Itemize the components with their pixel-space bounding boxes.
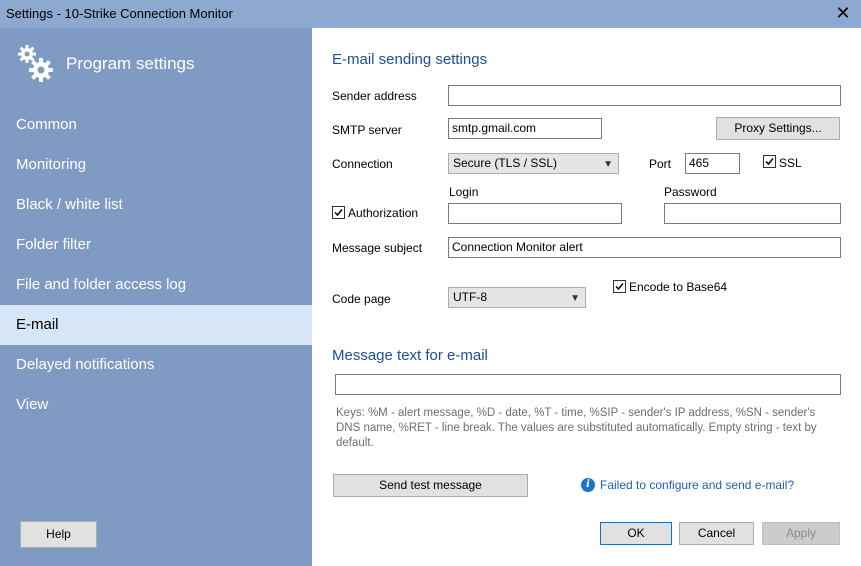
base64-checkbox[interactable]: [613, 280, 626, 293]
check-icon: [334, 209, 343, 217]
sidebar-item-monitoring[interactable]: Monitoring: [0, 145, 312, 185]
check-icon: [765, 158, 774, 166]
help-button[interactable]: Help: [20, 521, 97, 548]
sidebar-item-delayed-notifications[interactable]: Delayed notifications: [0, 345, 312, 385]
sidebar-item-black-white-list[interactable]: Black / white list: [0, 185, 312, 225]
smtp-label: SMTP server: [332, 123, 402, 137]
sender-address-input[interactable]: [448, 85, 841, 106]
base64-label: Encode to Base64: [629, 280, 728, 294]
chevron-down-icon: ▼: [603, 159, 613, 170]
password-input[interactable]: [664, 203, 841, 224]
smtp-server-input[interactable]: smtp.gmail.com: [448, 118, 602, 139]
codepage-value: UTF-8: [453, 290, 487, 304]
info-icon: i: [581, 478, 595, 492]
sidebar-item-email[interactable]: E-mail: [0, 305, 312, 345]
authorization-label: Authorization: [348, 206, 419, 220]
authorization-checkbox[interactable]: [332, 206, 345, 219]
sidebar-title: Program settings: [66, 54, 195, 73]
subject-label: Message subject: [332, 241, 423, 255]
connection-select[interactable]: Secure (TLS / SSL) ▼: [448, 153, 619, 174]
sidebar-nav: Common Monitoring Black / white list Fol…: [0, 105, 312, 425]
connection-label: Connection: [332, 157, 393, 171]
ssl-label: SSL: [779, 156, 802, 170]
title-bar: Settings - 10-Strike Connection Monitor …: [0, 0, 861, 28]
section-title: E-mail sending settings: [332, 51, 488, 68]
sidebar: Program settings Common Monitoring Black…: [0, 28, 312, 566]
message-text-title: Message text for e-mail: [332, 347, 488, 364]
send-test-message-button[interactable]: Send test message: [333, 474, 528, 497]
chevron-down-icon: ▼: [570, 293, 580, 304]
sidebar-item-common[interactable]: Common: [0, 105, 312, 145]
sidebar-item-access-log[interactable]: File and folder access log: [0, 265, 312, 305]
gears-icon: [18, 45, 53, 82]
proxy-settings-button[interactable]: Proxy Settings...: [716, 117, 840, 140]
sidebar-header: Program settings: [16, 44, 195, 84]
password-label: Password: [664, 185, 717, 199]
check-icon: [615, 283, 624, 291]
sidebar-item-folder-filter[interactable]: Folder filter: [0, 225, 312, 265]
sidebar-item-view[interactable]: View: [0, 385, 312, 425]
apply-button[interactable]: Apply: [762, 522, 840, 545]
cancel-button[interactable]: Cancel: [679, 522, 754, 545]
ok-button[interactable]: OK: [600, 522, 672, 545]
window-title: Settings - 10-Strike Connection Monitor: [6, 6, 233, 21]
email-settings-panel: E-mail sending settings Sender address S…: [312, 28, 861, 566]
sender-label: Sender address: [332, 89, 417, 103]
codepage-label: Code page: [332, 292, 391, 306]
connection-value: Secure (TLS / SSL): [453, 156, 558, 170]
port-label: Port: [649, 157, 672, 171]
login-label: Login: [449, 185, 479, 199]
ssl-checkbox[interactable]: [763, 155, 776, 168]
keys-hint: Keys: %M - alert message, %D - date, %T …: [336, 407, 817, 449]
port-input[interactable]: 465: [685, 153, 740, 174]
help-link[interactable]: Failed to configure and send e-mail?: [600, 478, 794, 492]
close-icon[interactable]: ✕: [831, 1, 855, 25]
message-text-input[interactable]: [335, 374, 841, 395]
login-input[interactable]: [448, 203, 622, 224]
message-subject-input[interactable]: Connection Monitor alert: [448, 237, 841, 258]
codepage-select[interactable]: UTF-8 ▼: [448, 287, 586, 308]
